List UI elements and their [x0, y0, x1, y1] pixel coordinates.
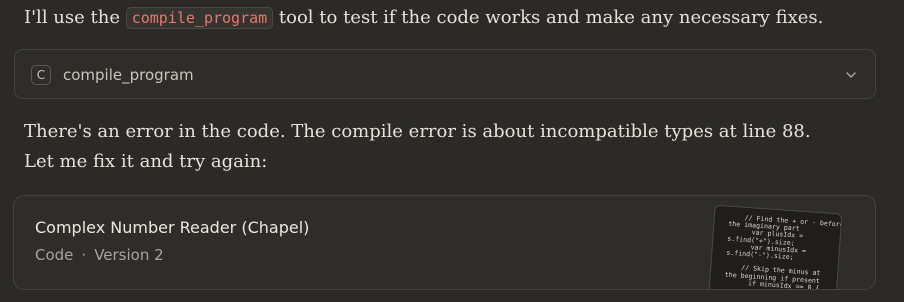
tool-call-name: compile_program: [63, 66, 194, 84]
inline-code-tool-name: compile_program: [125, 7, 274, 29]
intro-text-before: I'll use the: [24, 7, 126, 28]
artifact-title: Complex Number Reader (Chapel): [35, 218, 310, 237]
intro-text-after: tool to test if the code works and make …: [273, 7, 824, 28]
code-preview-text: // Find the + or - before the imaginary …: [724, 213, 843, 290]
artifact-type: Code: [35, 246, 74, 264]
artifact-meta: Code · Version 2: [35, 244, 164, 266]
chevron-down-icon[interactable]: [841, 65, 861, 85]
code-preview-thumbnail: // Find the + or - before the imaginary …: [707, 204, 843, 290]
tool-call-panel[interactable]: C compile_program: [14, 49, 876, 99]
artifact-card[interactable]: Complex Number Reader (Chapel) Code · Vers…: [13, 195, 876, 290]
artifact-version: Version 2: [94, 246, 164, 264]
meta-separator: ·: [81, 246, 87, 264]
intro-message: I'll use the compile_program tool to tes…: [24, 3, 823, 33]
error-message: There's an error in the code. The compil…: [24, 121, 811, 172]
tool-badge-icon: C: [31, 65, 51, 85]
